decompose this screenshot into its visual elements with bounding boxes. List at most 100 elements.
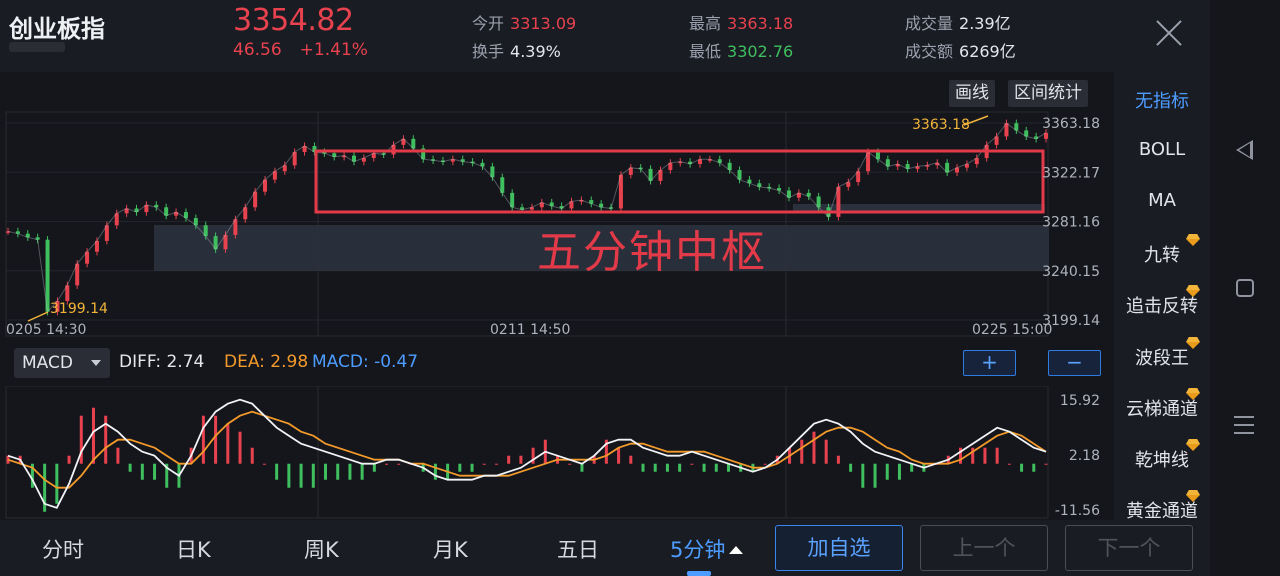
- price-tick-label: 3363.18: [1042, 116, 1100, 132]
- macd-tick-label: 2.18: [1069, 448, 1100, 464]
- macd-chart[interactable]: 15.92 2.18 -11.56: [0, 386, 1110, 520]
- stat-amount-label: 成交额: [905, 42, 954, 61]
- macd-histogram-bar: [507, 455, 511, 464]
- macd-select-label: MACD: [22, 353, 73, 373]
- stat-volume: 成交量 2.39亿: [905, 10, 1011, 34]
- tab-5-minute[interactable]: 5分钟: [670, 534, 744, 564]
- tab-monthly-k[interactable]: 月K: [433, 534, 468, 564]
- premium-gem-icon: [1186, 388, 1200, 400]
- macd-histogram-bar: [678, 463, 682, 472]
- premium-gem-icon: [1186, 285, 1200, 297]
- stat-volume-label: 成交量: [905, 14, 954, 33]
- dea-value: DEA: 2.98: [224, 352, 309, 372]
- tab-intraday[interactable]: 分时: [42, 534, 84, 564]
- price-axis: 3363.183322.173281.163240.153199.14: [1042, 116, 1100, 329]
- price-change: 46.56 +1.41%: [233, 40, 368, 60]
- time-tick-label: 0225 15:00: [972, 322, 1052, 338]
- macd-histogram-bar: [372, 463, 376, 472]
- macd-histogram-bar: [67, 455, 71, 464]
- macd-histogram-bar: [983, 447, 987, 464]
- add-watchlist-button[interactable]: 加自选: [775, 525, 903, 571]
- last-price: 3354.82: [233, 3, 354, 38]
- price-frame: [5, 111, 1049, 337]
- price-grid: [5, 111, 1049, 337]
- macd-histogram-bar: [629, 455, 633, 464]
- macd-histogram-bar: [385, 463, 389, 465]
- macd-histogram-bar: [128, 463, 132, 472]
- stat-high: 最高 3363.18: [689, 10, 793, 34]
- chart-area[interactable]: 画线 区间统计 五分钟中枢 3363.18 3322.17 3281.16 3240.…: [0, 72, 1110, 520]
- stat-turnover-rate-label: 换手: [472, 42, 505, 61]
- macd-histogram-bar: [153, 463, 157, 480]
- active-tab-indicator: [687, 571, 711, 576]
- macd-histogram-bar: [836, 455, 840, 464]
- macd-histogram-bar: [897, 463, 901, 480]
- tab-daily-k[interactable]: 日K: [176, 534, 211, 564]
- macd-histogram-bar: [91, 407, 95, 464]
- macd-histogram-bar: [873, 463, 877, 488]
- macd-histogram-bar: [995, 447, 999, 464]
- stat-amount-value: 6269亿: [959, 42, 1016, 61]
- macd-histogram-bar: [226, 423, 230, 464]
- stat-open: 今开 3313.09: [472, 10, 576, 34]
- indicator-none[interactable]: 无指标: [1114, 87, 1210, 113]
- macd-histogram-bar: [1007, 463, 1011, 465]
- dea-line: [7, 410, 1047, 489]
- stat-turnover-rate-value: 4.39%: [510, 42, 561, 61]
- stat-open-value: 3313.09: [510, 14, 577, 33]
- tab-five-day[interactable]: 五日: [557, 534, 599, 564]
- tab-weekly-k[interactable]: 周K: [304, 534, 339, 564]
- time-tick-label: 0211 14:50: [490, 322, 570, 338]
- tab-5-minute-label: 5分钟: [670, 538, 726, 562]
- macd-histogram-bar: [201, 415, 205, 464]
- macd-histogram-bar: [116, 447, 120, 464]
- macd-histogram-bar: [214, 415, 218, 464]
- zoom-in-button[interactable]: +: [963, 350, 1016, 376]
- previous-button[interactable]: 上一个: [920, 525, 1048, 571]
- pivot-box: [314, 149, 1045, 214]
- price-tick-label: 3281.16: [1042, 215, 1100, 231]
- macd-histogram-bar: [55, 463, 59, 504]
- macd-histogram-bar: [470, 463, 474, 472]
- stat-high-value: 3363.18: [727, 14, 794, 33]
- macd-histogram: [6, 407, 1048, 512]
- price-bars: [6, 119, 1048, 316]
- macd-histogram-bar: [324, 463, 328, 480]
- macd-histogram-bar: [311, 463, 315, 488]
- indicator-ma[interactable]: MA: [1114, 190, 1210, 211]
- index-code-placeholder: [9, 42, 65, 52]
- caret-down-icon: [91, 360, 101, 366]
- premium-gem-icon: [1186, 234, 1200, 246]
- stat-low: 最低 3302.76: [689, 38, 793, 62]
- menu-icon[interactable]: [1234, 416, 1254, 434]
- macd-histogram-bar: [641, 463, 645, 472]
- macd-histogram-bar: [1020, 463, 1024, 472]
- macd-histogram-bar: [653, 463, 657, 472]
- premium-gem-icon: [1186, 439, 1200, 451]
- close-icon[interactable]: [1150, 14, 1188, 52]
- zoom-out-button[interactable]: −: [1048, 350, 1101, 376]
- home-icon[interactable]: [1236, 279, 1254, 297]
- macd-histogram-bar: [1032, 463, 1036, 472]
- macd-histogram-bar: [580, 463, 584, 472]
- price-chart[interactable]: 五分钟中枢 3363.18 3322.17 3281.16 3240.15 3199.1…: [0, 72, 1110, 338]
- macd-axis: 15.92 2.18 -11.56: [1055, 393, 1100, 519]
- macd-histogram-bar: [397, 463, 401, 465]
- macd-histogram-bar: [494, 463, 498, 465]
- max-price-label: 3363.18: [912, 117, 970, 133]
- min-price-label: 3199.14: [50, 301, 108, 317]
- stat-open-label: 今开: [472, 14, 505, 33]
- indicator-boll[interactable]: BOLL: [1114, 139, 1210, 160]
- back-icon[interactable]: [1236, 140, 1253, 160]
- stat-low-label: 最低: [689, 42, 722, 61]
- macd-histogram-bar: [238, 431, 242, 464]
- macd-histogram-bar: [568, 463, 572, 465]
- macd-tick-label: 15.92: [1060, 393, 1100, 409]
- macd-histogram-bar: [885, 463, 889, 480]
- macd-indicator-select[interactable]: MACD: [14, 348, 110, 378]
- macd-histogram-bar: [861, 463, 865, 488]
- macd-histogram-bar: [360, 463, 364, 480]
- next-button[interactable]: 下一个: [1065, 525, 1193, 571]
- macd-histogram-bar: [250, 447, 254, 464]
- change-value: 46.56: [233, 40, 282, 60]
